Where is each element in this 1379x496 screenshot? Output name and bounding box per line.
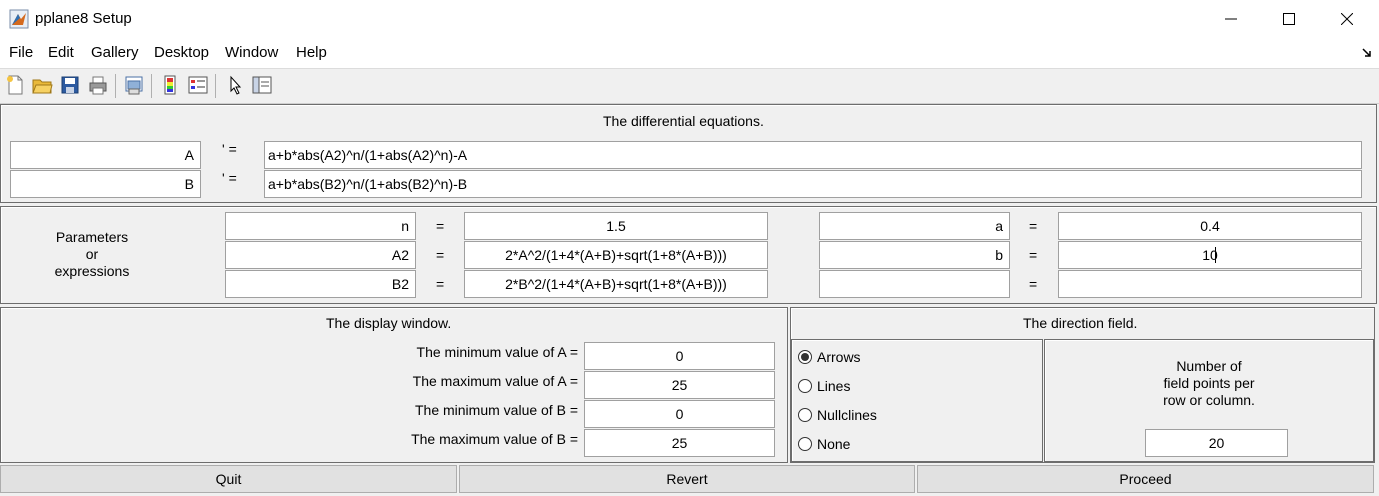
field-points-label-1: Number of xyxy=(1176,358,1242,374)
quit-button[interactable]: Quit xyxy=(0,465,457,493)
print-icon[interactable] xyxy=(87,74,109,96)
new-file-icon[interactable] xyxy=(4,74,26,96)
dock-arrow-icon[interactable] xyxy=(1362,45,1372,61)
equals-label: = xyxy=(436,247,445,263)
max-b-label: The maximum value of B = xyxy=(411,431,578,447)
menu-desktop[interactable]: Desktop xyxy=(154,44,209,61)
radio-none[interactable]: None xyxy=(798,436,918,456)
prime-label: ' = xyxy=(222,170,237,186)
toolbar-separator xyxy=(215,74,216,98)
proceed-button[interactable]: Proceed xyxy=(917,465,1374,493)
menu-gallery[interactable]: Gallery xyxy=(91,44,139,61)
maximize-button[interactable] xyxy=(1266,0,1312,38)
minimize-button[interactable] xyxy=(1208,0,1254,38)
revert-button[interactable]: Revert xyxy=(459,465,915,493)
param-name-field[interactable]: A2 xyxy=(225,241,416,269)
parameters-or-label: or xyxy=(85,246,99,262)
min-b-field[interactable]: 0 xyxy=(584,400,775,428)
param-name-field[interactable]: b xyxy=(819,241,1010,269)
prime-label: ' = xyxy=(222,141,237,157)
menu-edit[interactable]: Edit xyxy=(48,44,74,61)
max-b-field[interactable]: 25 xyxy=(584,429,775,457)
maximize-icon xyxy=(1283,13,1295,25)
property-editor-icon[interactable] xyxy=(251,74,273,96)
field-points-label-2: field points per xyxy=(1163,375,1255,391)
direction-field-header: The direction field. xyxy=(1023,315,1138,331)
param-value-field[interactable]: 2*B^2/(1+4*(A+B)+sqrt(1+8*(A+B))) xyxy=(464,270,768,298)
matlab-app-icon xyxy=(9,9,29,29)
equation-var-a-field[interactable]: A xyxy=(10,141,201,169)
param-value-field[interactable]: 1.5 xyxy=(464,212,768,240)
menu-window[interactable]: Window xyxy=(225,44,278,61)
radio-button-icon[interactable] xyxy=(798,350,812,364)
radio-nullclines-label: Nullclines xyxy=(817,407,877,423)
param-value-field[interactable] xyxy=(1058,270,1362,298)
radio-button-icon[interactable] xyxy=(798,408,812,422)
radio-lines[interactable]: Lines xyxy=(798,378,918,398)
window-title: pplane8 Setup xyxy=(35,10,132,27)
param-name-field[interactable]: n xyxy=(225,212,416,240)
param-name-field[interactable] xyxy=(819,270,1010,298)
max-a-label: The maximum value of A = xyxy=(412,373,578,389)
equals-label: = xyxy=(1029,276,1038,292)
save-icon[interactable] xyxy=(59,74,81,96)
menu-file[interactable]: File xyxy=(9,44,33,61)
equals-label: = xyxy=(436,276,445,292)
param-name-field[interactable]: B2 xyxy=(225,270,416,298)
print-preview-icon[interactable] xyxy=(123,74,145,96)
radio-none-label: None xyxy=(817,436,851,452)
text-cursor xyxy=(1215,247,1216,263)
equation-expr-a-field[interactable]: a+b*abs(A2)^n/(1+abs(A2)^n)-A xyxy=(264,141,1362,169)
equals-label: = xyxy=(1029,218,1038,234)
parameters-label: Parameters xyxy=(55,229,129,245)
equals-label: = xyxy=(436,218,445,234)
equations-header: The differential equations. xyxy=(603,113,764,129)
field-points-input[interactable]: 20 xyxy=(1145,429,1288,457)
param-value-field[interactable]: 10 xyxy=(1058,241,1362,269)
colorbar-icon[interactable] xyxy=(159,74,181,96)
param-value-field[interactable]: 2*A^2/(1+4*(A+B)+sqrt(1+8*(A+B))) xyxy=(464,241,768,269)
toolbar-separator xyxy=(115,74,116,98)
radio-nullclines[interactable]: Nullclines xyxy=(798,407,918,427)
equation-expr-b-field[interactable]: a+b*abs(B2)^n/(1+abs(B2)^n)-B xyxy=(264,170,1362,198)
minimize-icon xyxy=(1225,18,1237,20)
title-bar xyxy=(0,0,1379,38)
equation-var-b-field[interactable]: B xyxy=(10,170,201,198)
param-value-field[interactable]: 0.4 xyxy=(1058,212,1362,240)
radio-button-icon[interactable] xyxy=(798,437,812,451)
display-window-header: The display window. xyxy=(326,315,452,331)
max-a-field[interactable]: 25 xyxy=(584,371,775,399)
legend-icon[interactable] xyxy=(187,74,209,96)
equals-label: = xyxy=(1029,247,1038,263)
radio-arrows[interactable]: Arrows xyxy=(798,349,918,369)
toolbar-separator xyxy=(151,74,152,98)
parameters-expressions-label: expressions xyxy=(54,263,130,279)
min-a-field[interactable]: 0 xyxy=(584,342,775,370)
radio-lines-label: Lines xyxy=(817,378,851,394)
radio-arrows-label: Arrows xyxy=(817,349,861,365)
min-a-label: The minimum value of A = xyxy=(416,344,578,360)
close-icon xyxy=(1341,13,1353,25)
min-b-label: The minimum value of B = xyxy=(414,402,578,418)
open-folder-icon[interactable] xyxy=(31,74,53,96)
close-button[interactable] xyxy=(1324,0,1370,38)
menu-help[interactable]: Help xyxy=(296,44,327,61)
pointer-icon[interactable] xyxy=(225,74,247,96)
field-points-label-3: row or column. xyxy=(1163,392,1255,408)
param-name-field[interactable]: a xyxy=(819,212,1010,240)
radio-button-icon[interactable] xyxy=(798,379,812,393)
